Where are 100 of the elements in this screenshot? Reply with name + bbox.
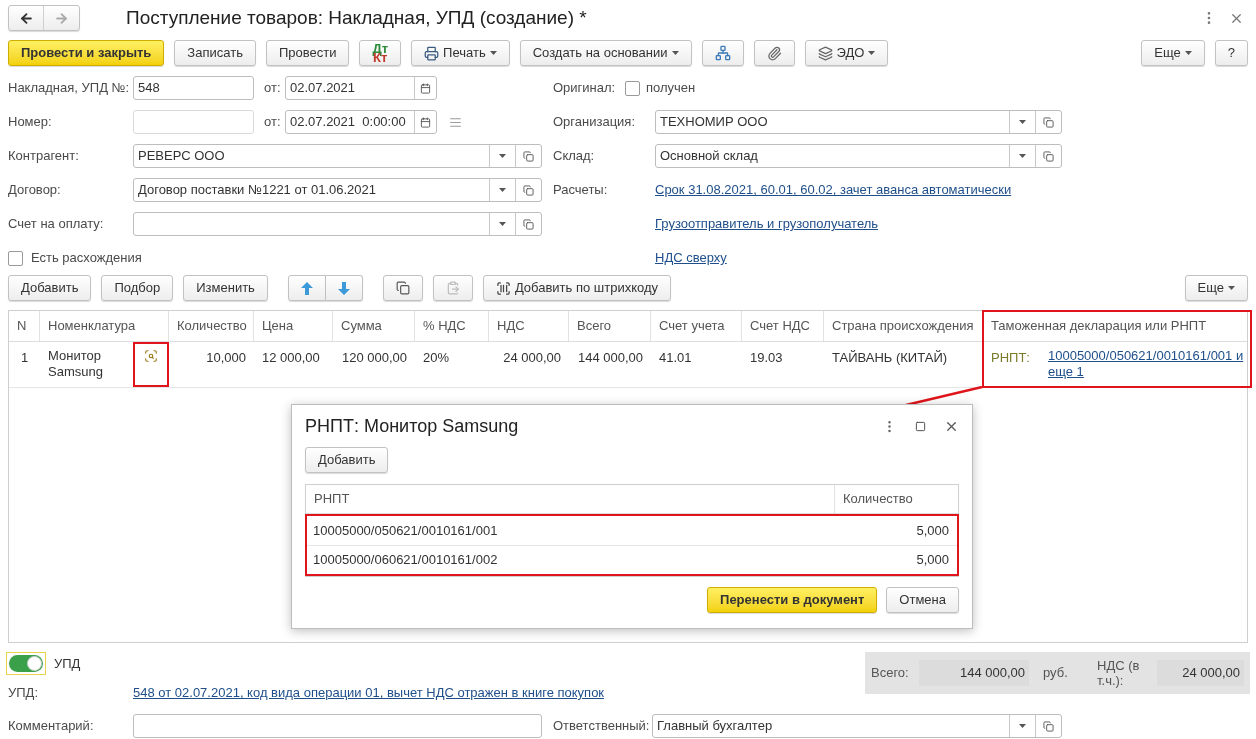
- field-label: Ответственный:: [553, 717, 651, 736]
- column-header[interactable]: НДС: [489, 311, 569, 341]
- column-header[interactable]: Всего: [569, 311, 651, 341]
- barcode-button[interactable]: Добавить по штрихкоду: [482, 275, 672, 301]
- customs-prefix: РНПТ:: [991, 349, 1030, 367]
- customs-declaration-link[interactable]: 10005000/050621/0010161/001 и еще 1: [1047, 348, 1248, 387]
- field-label: Номер:: [8, 113, 53, 132]
- select-field[interactable]: [133, 212, 542, 236]
- menu-button[interactable]: Создать на основании: [519, 40, 692, 66]
- select-field[interactable]: РЕВЕРС ООО: [133, 144, 542, 168]
- more-menu-button[interactable]: Еще: [1184, 275, 1248, 301]
- toolbar-button[interactable]: Изменить: [183, 275, 268, 301]
- transfer-button[interactable]: Перенести в документ: [707, 587, 878, 613]
- window-title: Поступление товаров: Накладная, УПД (создание) *: [126, 5, 587, 30]
- toggle-switch[interactable]: [6, 652, 46, 675]
- checkbox[interactable]: [8, 250, 23, 266]
- column-header[interactable]: Количество: [169, 311, 254, 341]
- column-header[interactable]: % НДС: [415, 311, 489, 341]
- post-and-close-button[interactable]: Провести и закрыть: [8, 40, 165, 66]
- settings-link[interactable]: Срок 31.08.2021, 60.01, 60.02, зачет аванса автоматически: [655, 180, 1012, 200]
- comment-field[interactable]: [133, 714, 542, 738]
- caret-icon: [868, 51, 876, 55]
- move-down-button[interactable]: [325, 275, 363, 301]
- settings-link[interactable]: Грузоотправитель и грузополучатель: [655, 214, 879, 234]
- column-header[interactable]: Номенклатура: [40, 311, 169, 341]
- add-button[interactable]: Добавить: [305, 447, 389, 473]
- caret-icon: [499, 188, 506, 192]
- calendar-icon: [420, 116, 431, 128]
- field-label: Склад:: [553, 147, 596, 166]
- table-cell-text: 41.01: [658, 349, 693, 367]
- table-cell-text: Монитор Samsung: [47, 347, 104, 381]
- caret-icon: [1019, 154, 1026, 158]
- caret-icon: [1019, 724, 1026, 728]
- table-cell-text: 5,000: [915, 521, 950, 540]
- column-header[interactable]: Количество: [835, 485, 958, 513]
- table-cell-text: 10005000/060621/0010161/002: [312, 551, 499, 570]
- cancel-button[interactable]: Отмена: [886, 587, 959, 613]
- item-details-icon[interactable]: [144, 349, 158, 363]
- arrow-down-icon: [337, 281, 350, 295]
- select-field[interactable]: Главный бухгалтер: [652, 714, 1062, 738]
- total-value: 144 000,00: [919, 660, 1029, 686]
- caret-icon: [499, 154, 506, 158]
- toolbar-button[interactable]: Подбор: [101, 275, 174, 301]
- column-header[interactable]: Цена: [254, 311, 333, 341]
- field-label: Комментарий:: [8, 717, 95, 736]
- checkbox-label: получен: [646, 79, 696, 98]
- column-header[interactable]: РНПТ: [306, 485, 835, 513]
- select-field[interactable]: ТЕХНОМИР ООО: [655, 110, 1062, 134]
- upd-link[interactable]: 548 от 02.07.2021, код вида операции 01, вычет НДС отражен в книге покупок: [133, 683, 605, 703]
- column-header[interactable]: Счет НДС: [742, 311, 824, 341]
- select-field[interactable]: Основной склад: [655, 144, 1062, 168]
- table-cell-text: 5,000: [915, 551, 950, 570]
- move-up-button[interactable]: [287, 275, 326, 301]
- column-header[interactable]: Страна происхождения: [824, 311, 983, 341]
- caret-icon: [489, 51, 497, 55]
- dialog-title: РНПТ: Монитор Samsung: [305, 414, 519, 438]
- table-cell-text: 10,000: [205, 349, 247, 367]
- table-cell-text: 144 000,00: [576, 349, 644, 367]
- copy-button[interactable]: [382, 275, 423, 301]
- caret-icon: [1228, 286, 1235, 290]
- barcode-icon: [495, 280, 511, 296]
- checkbox[interactable]: [625, 80, 640, 96]
- column-header[interactable]: Таможенная декларация или РНПТ: [983, 311, 1251, 341]
- edo-menu-button[interactable]: ЭДО: [804, 40, 889, 66]
- stack-icon: [817, 45, 833, 61]
- paste-icon: [445, 281, 460, 295]
- total-label: Всего:: [871, 664, 910, 683]
- column-header[interactable]: N: [9, 311, 40, 341]
- hierarchy-icon: [714, 45, 731, 61]
- paperclip-icon: [766, 45, 782, 61]
- settings-link[interactable]: НДС сверху: [655, 248, 727, 268]
- column-header[interactable]: Счет учета: [651, 311, 742, 341]
- attach-button[interactable]: [753, 40, 795, 66]
- structure-button[interactable]: [701, 40, 744, 66]
- arrow-up-icon: [300, 281, 313, 295]
- toolbar-button[interactable]: Записать: [174, 40, 256, 66]
- maximize-icon[interactable]: [915, 420, 926, 432]
- toggle-label: УПД: [54, 654, 81, 673]
- toolbar-button[interactable]: ?: [1214, 40, 1248, 66]
- table-cell-text: 12 000,00: [261, 349, 321, 367]
- field-label: Оригинал:: [553, 79, 617, 98]
- table-cell-text: 20%: [422, 349, 451, 367]
- date-field[interactable]: 02.07.2021: [285, 76, 437, 100]
- caret-icon: [1184, 51, 1192, 55]
- table-cell-text: 1: [19, 349, 30, 367]
- column-header[interactable]: Сумма: [333, 311, 415, 341]
- back-arrow-icon: [18, 10, 34, 26]
- menu-button[interactable]: Еще: [1141, 40, 1205, 66]
- toolbar-button[interactable]: Провести: [265, 40, 350, 66]
- select-field[interactable]: Договор поставки №1221 от 01.06.2021: [133, 178, 542, 202]
- checkbox-label: Есть расхождения: [31, 249, 142, 268]
- open-window-icon: [523, 184, 534, 196]
- field-label: Счет на оплату:: [8, 215, 105, 234]
- print-menu-button[interactable]: Печать: [411, 40, 510, 66]
- calendar-icon: [420, 82, 431, 94]
- text-field[interactable]: 548: [133, 76, 254, 100]
- dt-kt-button[interactable]: Дт Кт: [359, 40, 402, 66]
- open-window-icon: [523, 218, 534, 230]
- toolbar-button[interactable]: Добавить: [8, 275, 92, 301]
- field-label: от:: [264, 79, 282, 98]
